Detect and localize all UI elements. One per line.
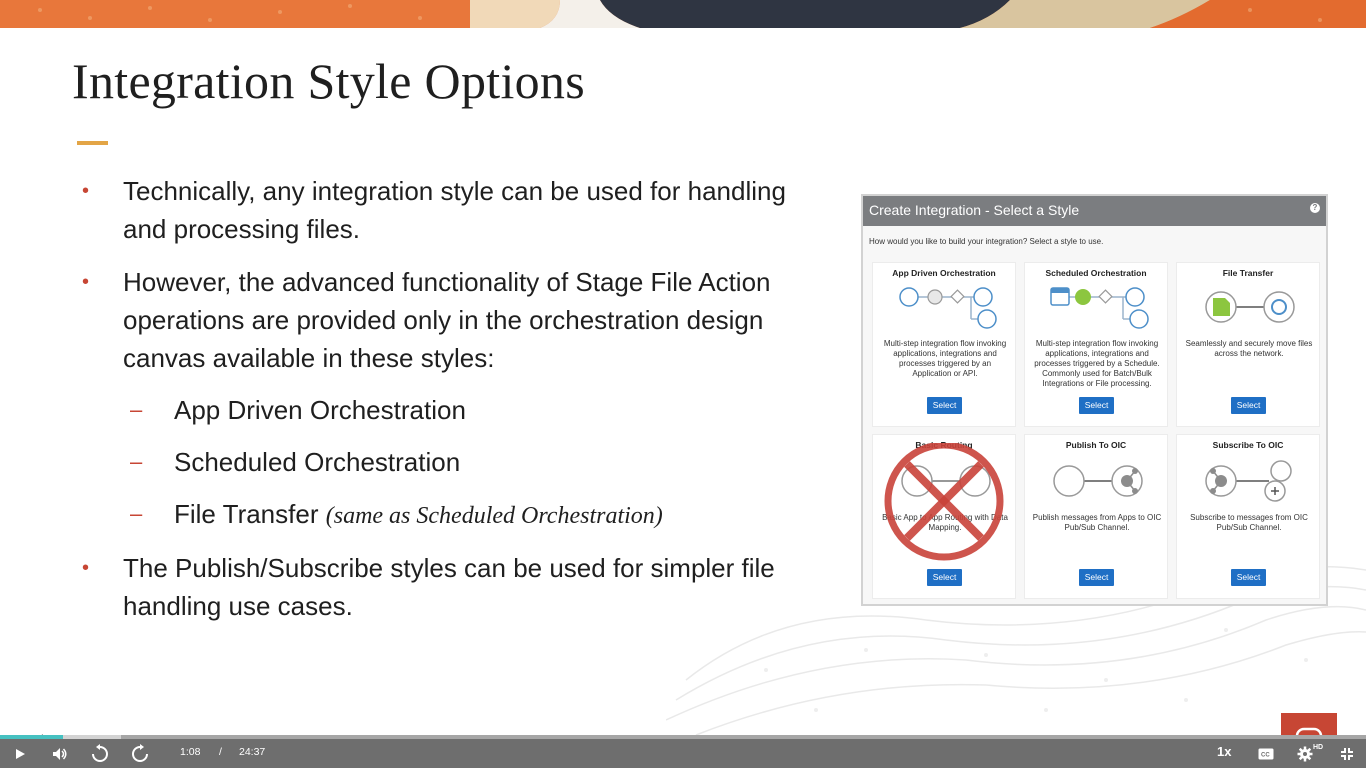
bullet-item: • Technically, any integration style can… — [80, 172, 820, 248]
publish-icon — [1053, 465, 1143, 497]
create-integration-dialog-image: Create Integration - Select a Style ? Ho… — [861, 194, 1328, 606]
orchestration-flow-icon — [899, 287, 997, 329]
current-time: 1:08 — [180, 746, 201, 758]
bullet-item: • The Publish/Subscribe styles can be us… — [80, 549, 820, 625]
select-button[interactable]: Select — [1231, 397, 1266, 414]
sub-bullet-text: Scheduled Orchestration — [174, 447, 461, 477]
time-separator: / — [219, 746, 222, 758]
card-description: Seamlessly and securely move files acros… — [1185, 339, 1313, 358]
title-accent-bar — [77, 141, 108, 145]
duration: 24:37 — [239, 746, 266, 758]
sub-bullet-text: File Transfer — [174, 499, 319, 529]
forward-button[interactable] — [128, 742, 152, 766]
style-card-subscribe: Subscribe To OIC Subscribe to messages f… — [1176, 434, 1320, 599]
slide-title: Integration Style Options — [72, 53, 585, 109]
bullet-text: Technically, any integration style can b… — [123, 176, 786, 244]
card-description: Publish messages from Apps to OIC Pub/Su… — [1032, 513, 1162, 532]
style-card-file-transfer: File Transfer Seamlessly and securely mo… — [1176, 262, 1320, 427]
card-title: Subscribe To OIC — [1212, 440, 1284, 450]
help-icon: ? — [1310, 203, 1320, 213]
style-card-app-driven: App Driven Orchestration Multi-step inte… — [872, 262, 1016, 427]
card-description: Multi-step integration flow invoking app… — [1034, 339, 1160, 388]
style-card-grid: App Driven Orchestration Multi-step inte… — [872, 262, 1322, 602]
video-controls-bar: 1:08 / 24:37 1x CC — [0, 739, 1366, 768]
dash-icon: – — [130, 501, 143, 526]
dash-icon: – — [130, 397, 143, 422]
sub-bullet-note: (same as Scheduled Orchestration) — [325, 503, 663, 529]
bullet-item: • However, the advanced functionality of… — [80, 263, 820, 377]
captions-button[interactable]: CC — [1255, 742, 1277, 766]
card-description: Subscribe to messages from OIC Pub/Sub C… — [1190, 513, 1308, 532]
style-card-basic-routing: Basic Routing Basic App to App Routing w… — [872, 434, 1016, 599]
hd-badge: HD — [1313, 744, 1324, 751]
bullet-dot-icon: • — [82, 180, 90, 202]
gear-icon — [1297, 746, 1313, 762]
decorative-header-band — [0, 0, 1366, 28]
volume-button[interactable] — [48, 742, 72, 766]
select-button[interactable]: Select — [1079, 397, 1114, 414]
style-card-publish: Publish To OIC Publish messages from App… — [1024, 434, 1168, 599]
select-button[interactable]: Select — [1231, 569, 1266, 586]
bullet-text: The Publish/Subscribe styles can be used… — [123, 553, 775, 621]
card-title: File Transfer — [1222, 268, 1274, 278]
captions-icon: CC — [1258, 748, 1274, 760]
exit-fullscreen-icon — [1341, 748, 1353, 760]
forward-icon — [132, 744, 148, 762]
card-title: Scheduled Orchestration — [1045, 268, 1147, 278]
sub-bullet-text: App Driven Orchestration — [174, 395, 466, 425]
sub-bullet-item: – File Transfer (same as Scheduled Orche… — [130, 495, 663, 535]
style-card-scheduled: Scheduled Orchestration Multi-step integ… — [1024, 262, 1168, 427]
dash-icon: – — [130, 449, 143, 474]
card-description: Multi-step integration flow invoking app… — [883, 339, 1007, 378]
scheduled-flow-icon — [1050, 287, 1149, 329]
dialog-prompt: How would you like to build your integra… — [869, 237, 1104, 246]
sub-bullet-item: – Scheduled Orchestration — [130, 443, 460, 481]
volume-icon — [53, 748, 67, 760]
file-transfer-icon — [1205, 291, 1295, 323]
subscribe-icon — [1205, 460, 1292, 502]
bullet-dot-icon: • — [82, 271, 90, 293]
playback-speed-button[interactable]: 1x — [1217, 744, 1231, 759]
fullscreen-button[interactable] — [1336, 742, 1358, 766]
bullet-text: However, the advanced functionality of S… — [123, 267, 771, 373]
select-button[interactable]: Select — [927, 397, 962, 414]
dialog-title: Create Integration - Select a Style — [869, 202, 1080, 218]
rewind-button[interactable] — [88, 742, 112, 766]
select-button[interactable]: Select — [1079, 569, 1114, 586]
rewind-icon — [92, 744, 108, 762]
play-button[interactable] — [8, 742, 32, 766]
play-icon — [16, 749, 25, 759]
dialog-header: Create Integration - Select a Style ? — [863, 196, 1326, 226]
svg-text:CC: CC — [1261, 753, 1270, 759]
card-title: App Driven Orchestration — [892, 268, 996, 278]
sub-bullet-item: – App Driven Orchestration — [130, 391, 466, 429]
select-button[interactable]: Select — [927, 569, 962, 586]
card-title: Publish To OIC — [1065, 440, 1127, 450]
bullet-dot-icon: • — [82, 557, 90, 579]
crossed-out-icon — [884, 443, 1004, 561]
